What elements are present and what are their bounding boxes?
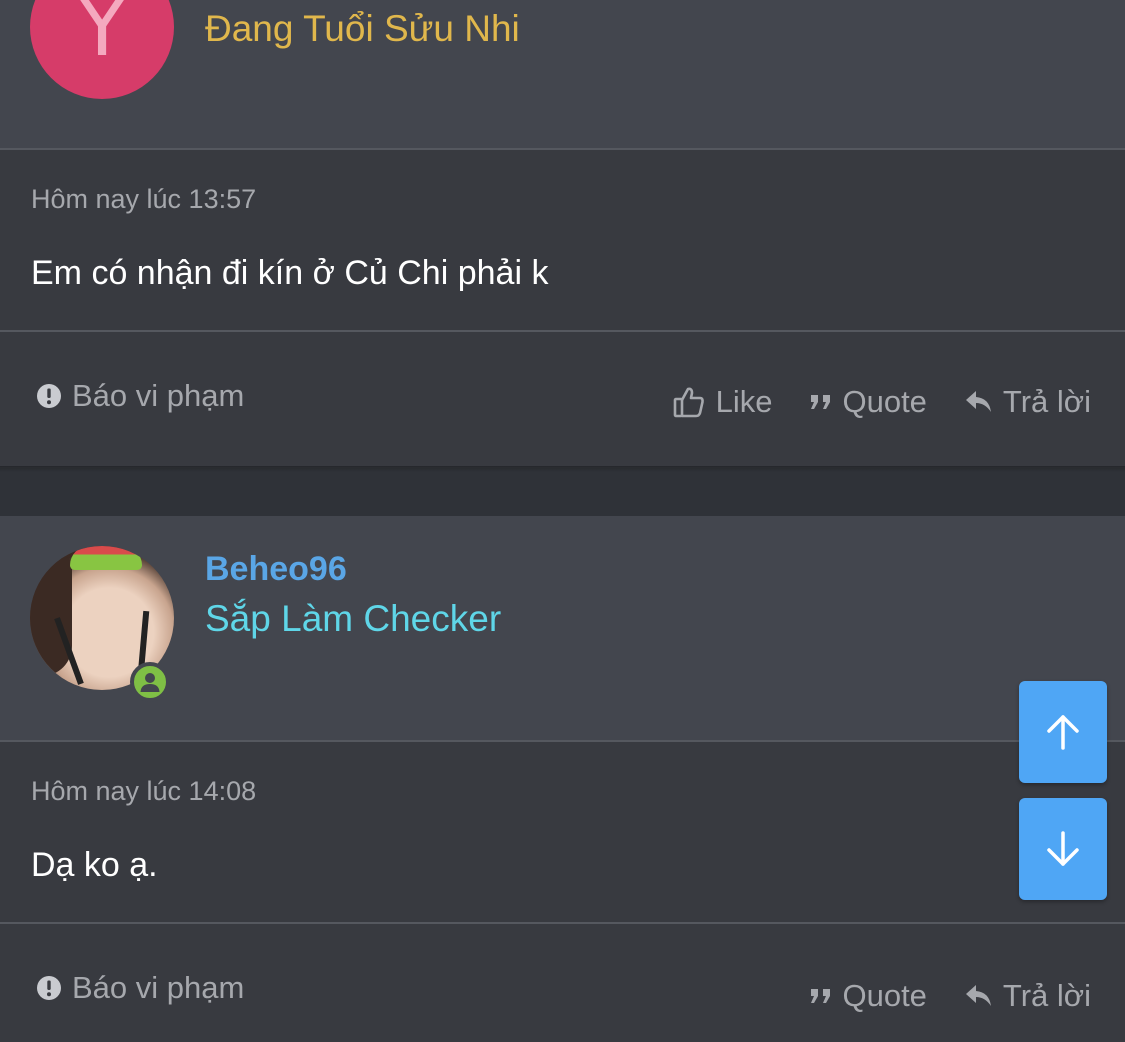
thread-page: Y Đang Tuổi Sửu Nhi Hôm nay lúc 13:57 Em… (0, 0, 1125, 1042)
post-actions: Quote Trả lời (810, 978, 1091, 1014)
quote-button[interactable]: Quote (810, 978, 927, 1014)
post-user-block: Y Đang Tuổi Sửu Nhi (0, 0, 1125, 148)
post: Beheo96 Sắp Làm Checker Hôm nay lúc 14:0… (0, 516, 1125, 1042)
post-footer: Báo vi phạm Like Quote Trả lời (0, 332, 1125, 468)
avatar[interactable]: Y (30, 0, 174, 99)
reply-icon (965, 983, 993, 1009)
quote-button[interactable]: Quote (810, 384, 927, 420)
post: Y Đang Tuổi Sửu Nhi Hôm nay lúc 13:57 Em… (0, 0, 1125, 472)
report-label: Báo vi phạm (72, 970, 245, 1005)
post-user-block: Beheo96 Sắp Làm Checker (0, 516, 1125, 740)
reply-button[interactable]: Trả lời (965, 384, 1091, 420)
arrow-up-icon (1043, 712, 1083, 752)
post-body: Hôm nay lúc 13:57 Em có nhận đi kín ở Củ… (0, 150, 1125, 330)
arrow-down-icon (1043, 829, 1083, 869)
report-button[interactable]: Báo vi phạm (36, 378, 244, 414)
reply-label: Trả lời (1002, 384, 1091, 419)
reply-icon (965, 389, 993, 415)
post-actions: Like Quote Trả lời (672, 384, 1091, 420)
online-status-badge (130, 662, 170, 702)
like-label: Like (715, 384, 773, 419)
user-title: Sắp Làm Checker (205, 598, 502, 639)
quote-label: Quote (842, 384, 927, 419)
exclamation-circle-icon (36, 383, 62, 409)
post-timestamp[interactable]: Hôm nay lúc 14:08 (31, 776, 256, 807)
report-label: Báo vi phạm (72, 378, 245, 413)
quote-label: Quote (842, 978, 927, 1013)
post-message: Em có nhận đi kín ở Củ Chi phải k (31, 254, 549, 292)
user-title: Đang Tuổi Sửu Nhi (205, 8, 520, 49)
post-footer: Báo vi phạm Quote Trả lời (0, 924, 1125, 1042)
username[interactable]: Beheo96 (205, 550, 347, 589)
like-button[interactable]: Like (672, 384, 773, 420)
reply-button[interactable]: Trả lời (965, 978, 1091, 1014)
post-shadow (0, 466, 1125, 472)
post-message: Dạ ko ạ. (31, 846, 158, 884)
user-icon (139, 671, 161, 693)
scroll-to-top-button[interactable] (1019, 681, 1107, 783)
exclamation-circle-icon (36, 975, 62, 1001)
report-button[interactable]: Báo vi phạm (36, 970, 244, 1006)
quote-icon (810, 393, 832, 411)
post-timestamp[interactable]: Hôm nay lúc 13:57 (31, 184, 256, 215)
scroll-to-bottom-button[interactable] (1019, 798, 1107, 900)
quote-icon (810, 987, 832, 1005)
reply-label: Trả lời (1002, 978, 1091, 1013)
thumbs-up-icon (672, 385, 706, 419)
post-body: Hôm nay lúc 14:08 Dạ ko ạ. (0, 742, 1125, 922)
avatar-letter: Y (76, 0, 128, 75)
